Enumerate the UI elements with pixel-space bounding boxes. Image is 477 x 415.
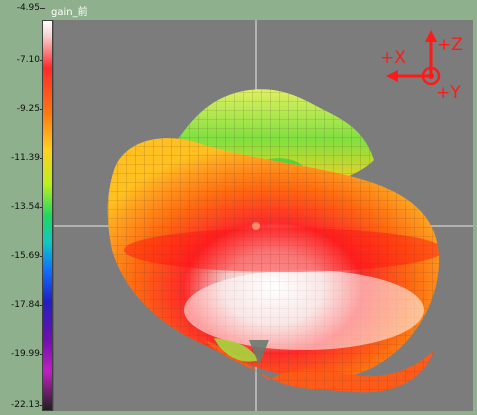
axis-y-label: +Y [436,83,461,103]
colorbar-tick-1: -7.10 [16,55,40,65]
colorbar-title: gain_前 [51,7,88,18]
origin-marker [252,222,260,230]
colorbar-tick-7: -19.99 [10,349,40,359]
colorbar-tick-0: -4.95 [16,3,40,13]
axis-x-label: +X [380,48,406,68]
gain-pattern-plot: +Z +X +Y [54,20,473,411]
colorbar-tick-3: -11.39 [10,153,40,163]
colorbar-tick-6: -17.84 [10,300,40,310]
colorbar-tick-5: -15.69 [10,251,40,261]
axis-indicator: +Z +X +Y [380,30,463,103]
colorbar-gradient [42,20,53,411]
colorbar-tick-4: -13.54 [10,202,40,212]
3d-viewport[interactable]: +Z +X +Y [53,20,473,411]
colorbar-tick-8: -22.13 [10,400,40,410]
axis-z-label: +Z [437,35,463,55]
colorbar-tick-2: -9.25 [16,104,40,114]
colorbar-tick-mark [40,8,45,9]
